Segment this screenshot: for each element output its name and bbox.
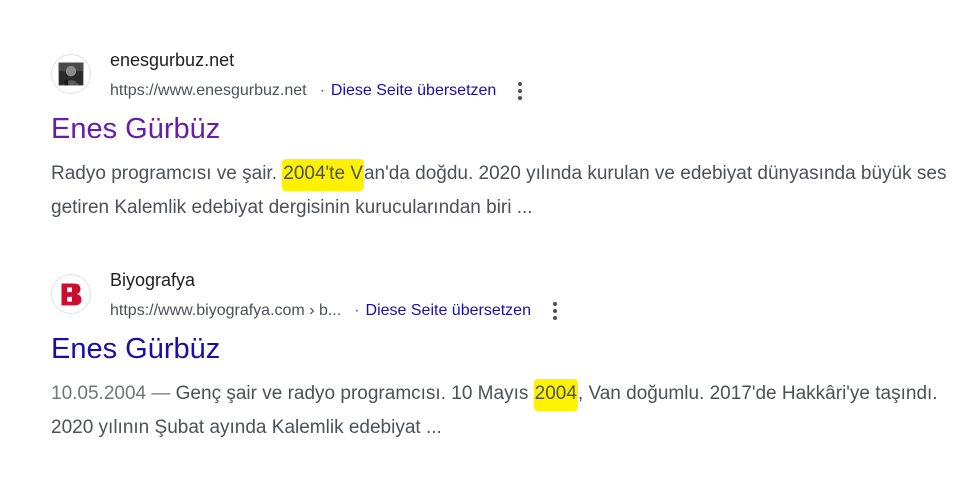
snippet-text: Radyo programcısı ve şair. — [51, 163, 283, 184]
highlighted-text: 2004 — [533, 379, 578, 411]
search-result: Biyografya https://www.biyografya.com › … — [51, 266, 951, 445]
site-url-line: https://www.biyografya.com › b... · Dies… — [110, 299, 567, 323]
biyografya-b-logo-icon[interactable] — [51, 274, 91, 314]
person-photo-icon[interactable] — [51, 54, 91, 94]
translate-page-link[interactable]: Diese Seite übersetzen — [366, 302, 531, 320]
separator: · — [319, 82, 325, 99]
more-options-icon[interactable] — [543, 299, 567, 323]
snippet-date: 10.05.2004 — — [51, 383, 176, 404]
translate-page-link[interactable]: Diese Seite übersetzen — [331, 82, 496, 100]
separator: · — [354, 302, 360, 319]
site-name[interactable]: Biyografya — [110, 270, 195, 291]
site-url-line: https://www.enesgurbuz.net · Diese Seite… — [110, 79, 532, 103]
result-snippet: Radyo programcısı ve şair. 2004'te Van'd… — [51, 157, 951, 225]
search-result: enesgurbuz.net https://www.enesgurbuz.ne… — [51, 46, 951, 225]
more-options-icon[interactable] — [508, 79, 532, 103]
result-snippet: 10.05.2004 — Genç şair ve radyo programc… — [51, 377, 951, 445]
site-url[interactable]: https://www.enesgurbuz.net — [110, 82, 307, 100]
result-source: Biyografya https://www.biyografya.com › … — [51, 266, 951, 322]
result-source: enesgurbuz.net https://www.enesgurbuz.ne… — [51, 46, 951, 102]
result-title-link[interactable]: Enes Gürbüz — [51, 111, 220, 147]
highlighted-text: 2004'te V — [282, 159, 364, 191]
site-name[interactable]: enesgurbuz.net — [110, 50, 234, 71]
snippet-text: Genç şair ve radyo programcısı. 10 Mayıs — [175, 383, 534, 404]
result-title-link[interactable]: Enes Gürbüz — [51, 331, 220, 367]
site-url[interactable]: https://www.biyografya.com › b... — [110, 302, 341, 320]
